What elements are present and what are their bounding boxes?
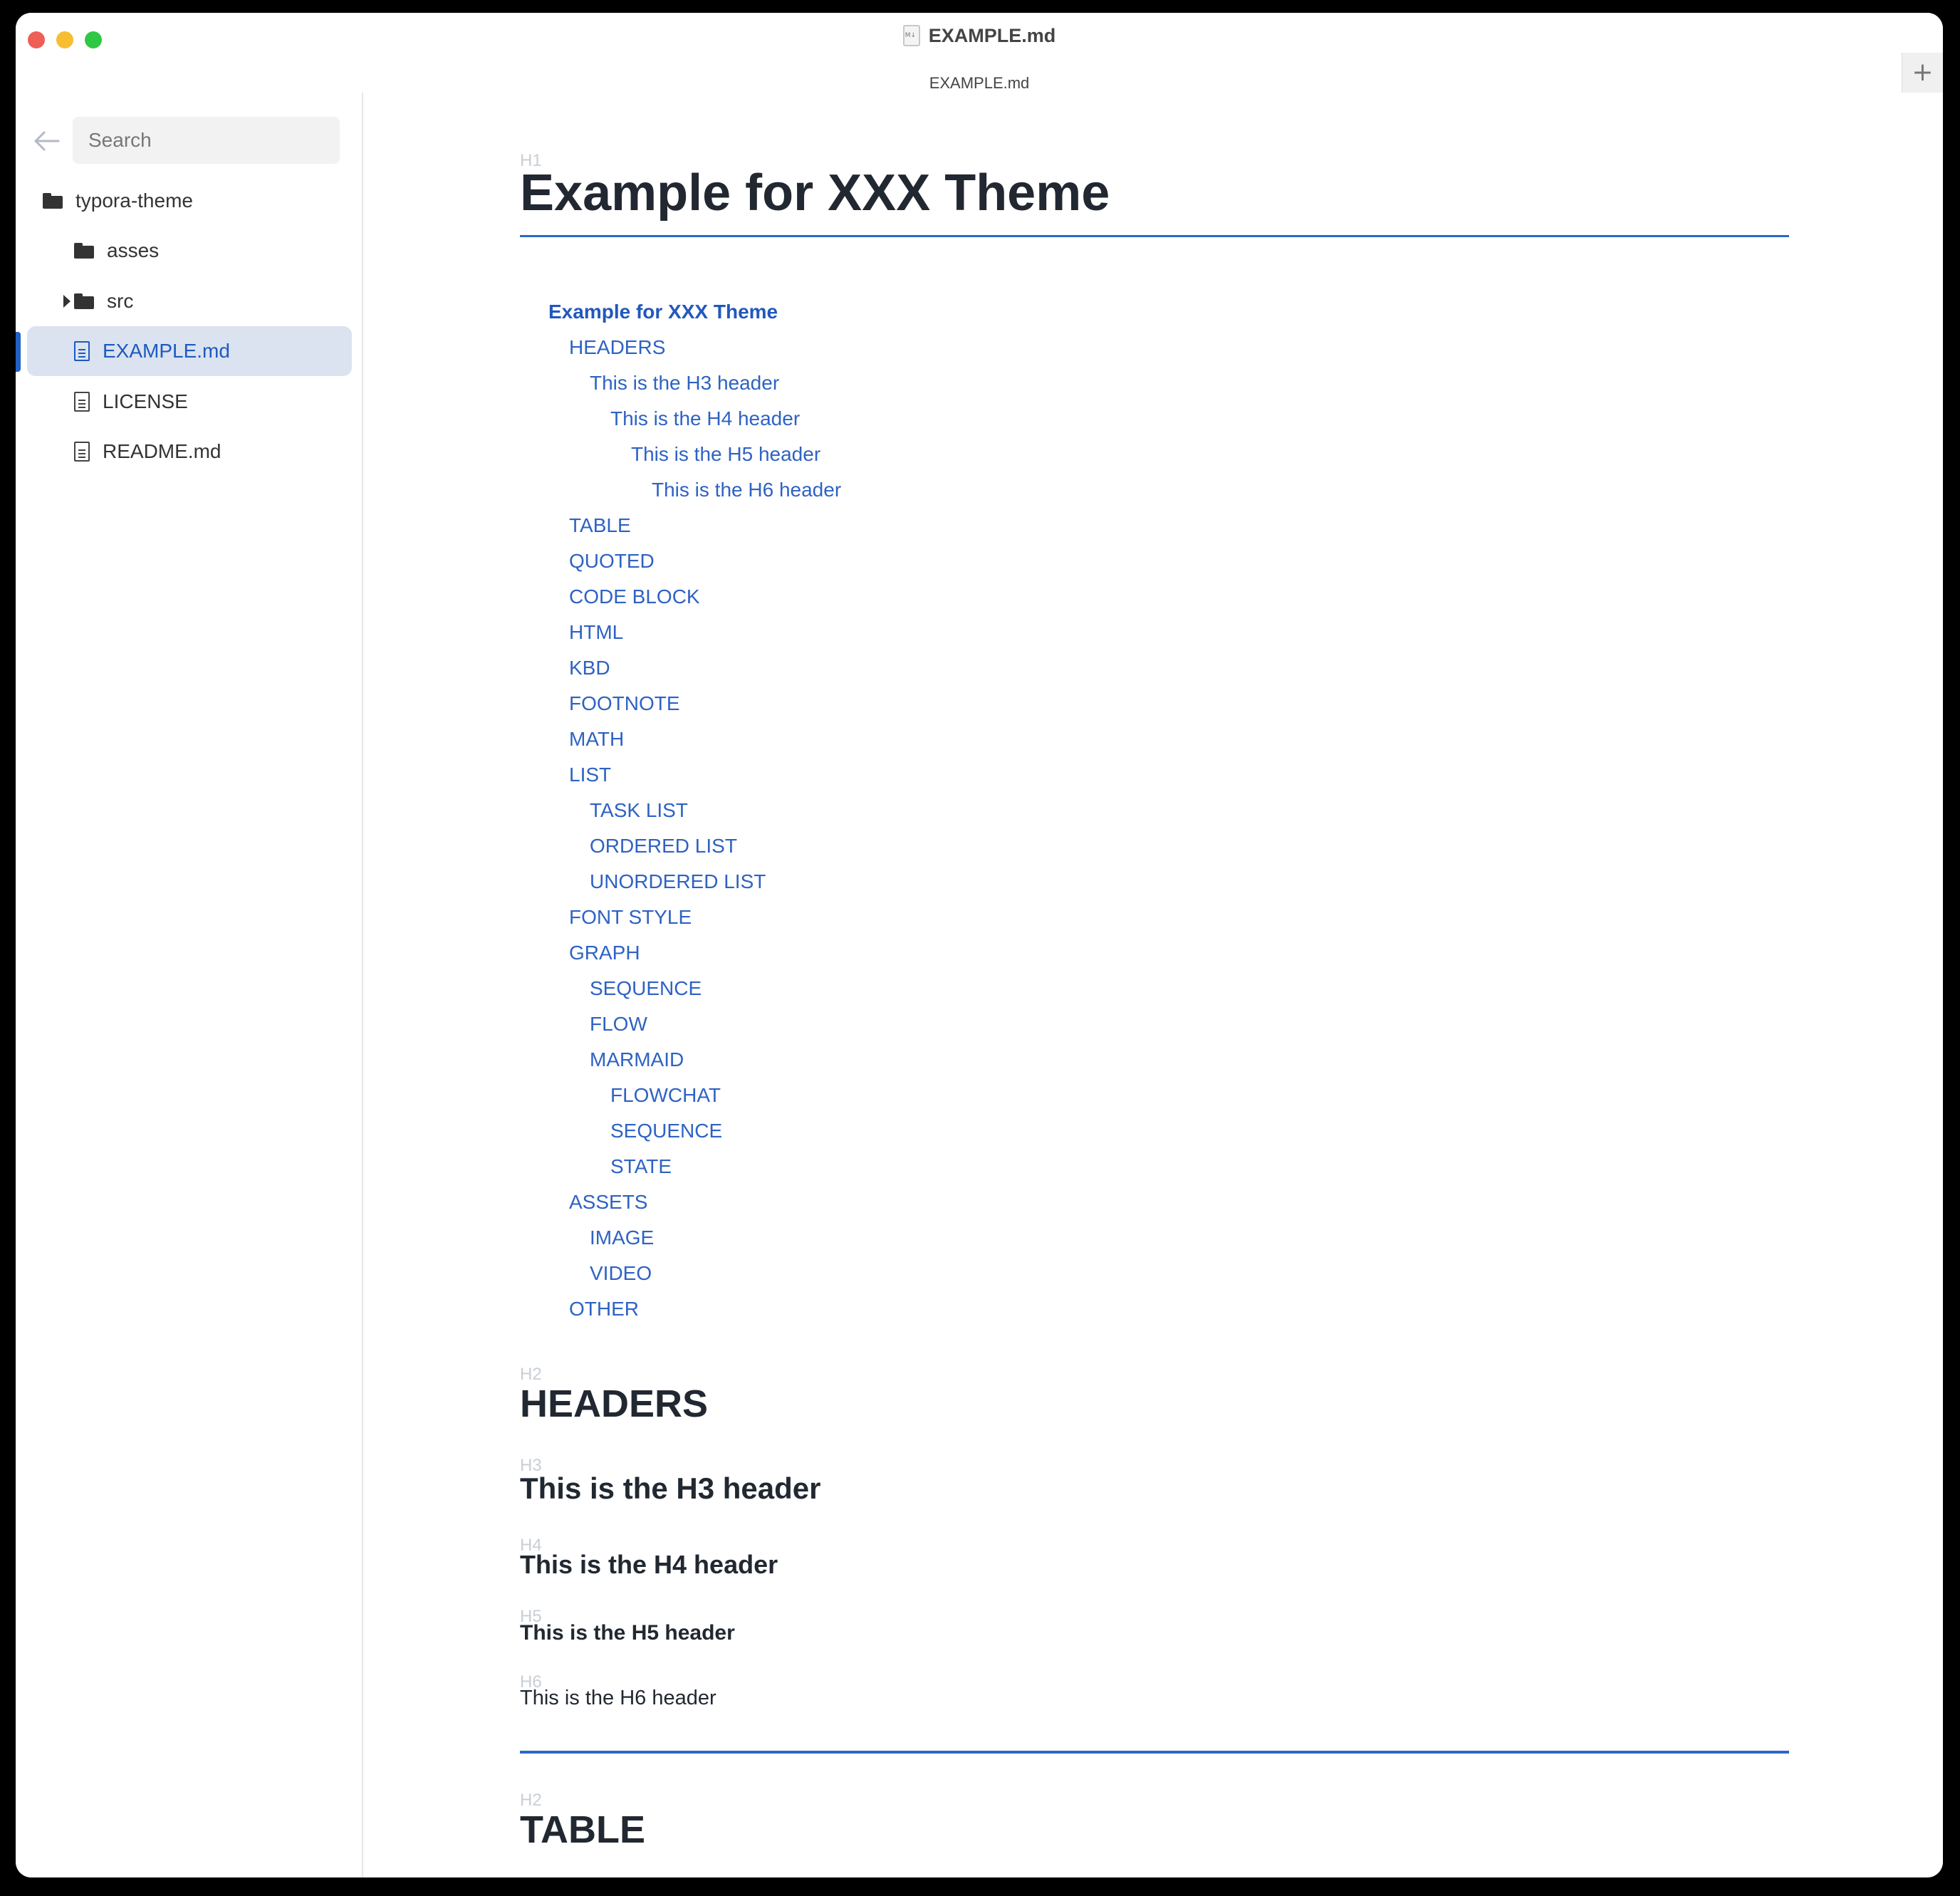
toc-item[interactable]: SEQUENCE	[610, 1120, 722, 1142]
section-heading-headers: HEADERS	[520, 1382, 709, 1425]
tree-item-license[interactable]: LICENSE	[74, 377, 188, 427]
tree-item-asses[interactable]: asses	[74, 226, 159, 276]
back-arrow-icon[interactable]	[31, 125, 63, 157]
h3-heading: This is the H3 header	[520, 1472, 821, 1505]
document-icon	[74, 442, 90, 462]
window-title-group: EXAMPLE.md	[16, 21, 1943, 50]
document-icon	[74, 341, 90, 361]
h1-underline	[520, 235, 1789, 237]
folder-icon	[74, 243, 94, 259]
toc-item[interactable]: MATH	[569, 728, 624, 751]
toc-item[interactable]: This is the H4 header	[610, 407, 800, 430]
toc-item[interactable]: GRAPH	[569, 942, 640, 964]
add-tab-button[interactable]: +	[1902, 53, 1943, 94]
toc-item[interactable]: FOOTNOTE	[569, 692, 680, 715]
h5-heading: This is the H5 header	[520, 1621, 735, 1645]
page-title: Example for XXX Theme	[520, 165, 1110, 222]
toc-item[interactable]: VIDEO	[590, 1262, 652, 1285]
toc-item[interactable]: TABLE	[569, 514, 631, 537]
horizontal-rule	[520, 1751, 1789, 1754]
editor-content[interactable]: H1 Example for XXX Theme Example for XXX…	[365, 93, 1943, 1877]
section-heading-table: TABLE	[520, 1808, 645, 1851]
markdown-file-icon	[902, 25, 920, 46]
tree-item-label: README.md	[103, 440, 221, 462]
tree-item-label: src	[107, 290, 134, 312]
toc-item[interactable]: This is the H3 header	[590, 372, 779, 395]
toc-item[interactable]: This is the H5 header	[631, 443, 820, 466]
search-input[interactable]	[73, 117, 340, 164]
tree-item-readme-md[interactable]: README.md	[74, 427, 221, 476]
toc-item[interactable]: FLOWCHAT	[610, 1084, 721, 1107]
toc-item[interactable]: OTHER	[569, 1298, 639, 1321]
toc-item[interactable]: SEQUENCE	[590, 977, 702, 1000]
app-window: EXAMPLE.md EXAMPLE.md + typora-theme ass…	[16, 13, 1943, 1877]
toc-item[interactable]: TASK LIST	[590, 799, 688, 822]
toc-item[interactable]: HEADERS	[569, 336, 665, 359]
caret-right-icon[interactable]	[63, 295, 71, 308]
toc-item[interactable]: HTML	[569, 621, 623, 644]
toc-item[interactable]: MARMAID	[590, 1048, 684, 1071]
toc-item[interactable]: QUOTED	[569, 550, 655, 573]
tab-example-md[interactable]: EXAMPLE.md	[16, 74, 1943, 93]
h6-heading: This is the H6 header	[520, 1687, 716, 1709]
toc-item[interactable]: This is the H6 header	[652, 479, 841, 501]
tree-item-label: LICENSE	[103, 390, 188, 412]
h4-heading: This is the H4 header	[520, 1550, 778, 1579]
window-title: EXAMPLE.md	[928, 24, 1056, 46]
tree-item-label: EXAMPLE.md	[103, 340, 230, 362]
folder-icon	[74, 293, 94, 309]
toc-item[interactable]: STATE	[610, 1155, 672, 1178]
document-icon	[74, 392, 90, 412]
toc-item[interactable]: LIST	[569, 764, 611, 786]
tree-item-example-md[interactable]: EXAMPLE.md	[27, 326, 352, 376]
toc-item[interactable]: ASSETS	[569, 1191, 647, 1214]
toc-item[interactable]: IMAGE	[590, 1226, 654, 1249]
tree-item-src[interactable]: src	[63, 276, 134, 326]
active-item-indicator	[16, 332, 21, 372]
toc-item[interactable]: FONT STYLE	[569, 906, 692, 929]
toc-item[interactable]: FLOW	[590, 1013, 647, 1036]
tree-item-label: typora-theme	[75, 189, 193, 212]
toc-item[interactable]: CODE BLOCK	[569, 585, 700, 608]
sidebar: typora-theme asses src EXAMPLE.md LICENS…	[16, 93, 363, 1877]
tree-root-folder[interactable]: typora-theme	[43, 176, 193, 226]
toc-item[interactable]: KBD	[569, 657, 610, 679]
folder-icon	[43, 193, 63, 209]
tree-item-label: asses	[107, 239, 160, 261]
toc-item[interactable]: Example for XXX Theme	[548, 301, 778, 323]
toc-item[interactable]: ORDERED LIST	[590, 835, 737, 858]
toc-item[interactable]: UNORDERED LIST	[590, 870, 766, 893]
title-bar: EXAMPLE.md EXAMPLE.md +	[16, 13, 1943, 95]
